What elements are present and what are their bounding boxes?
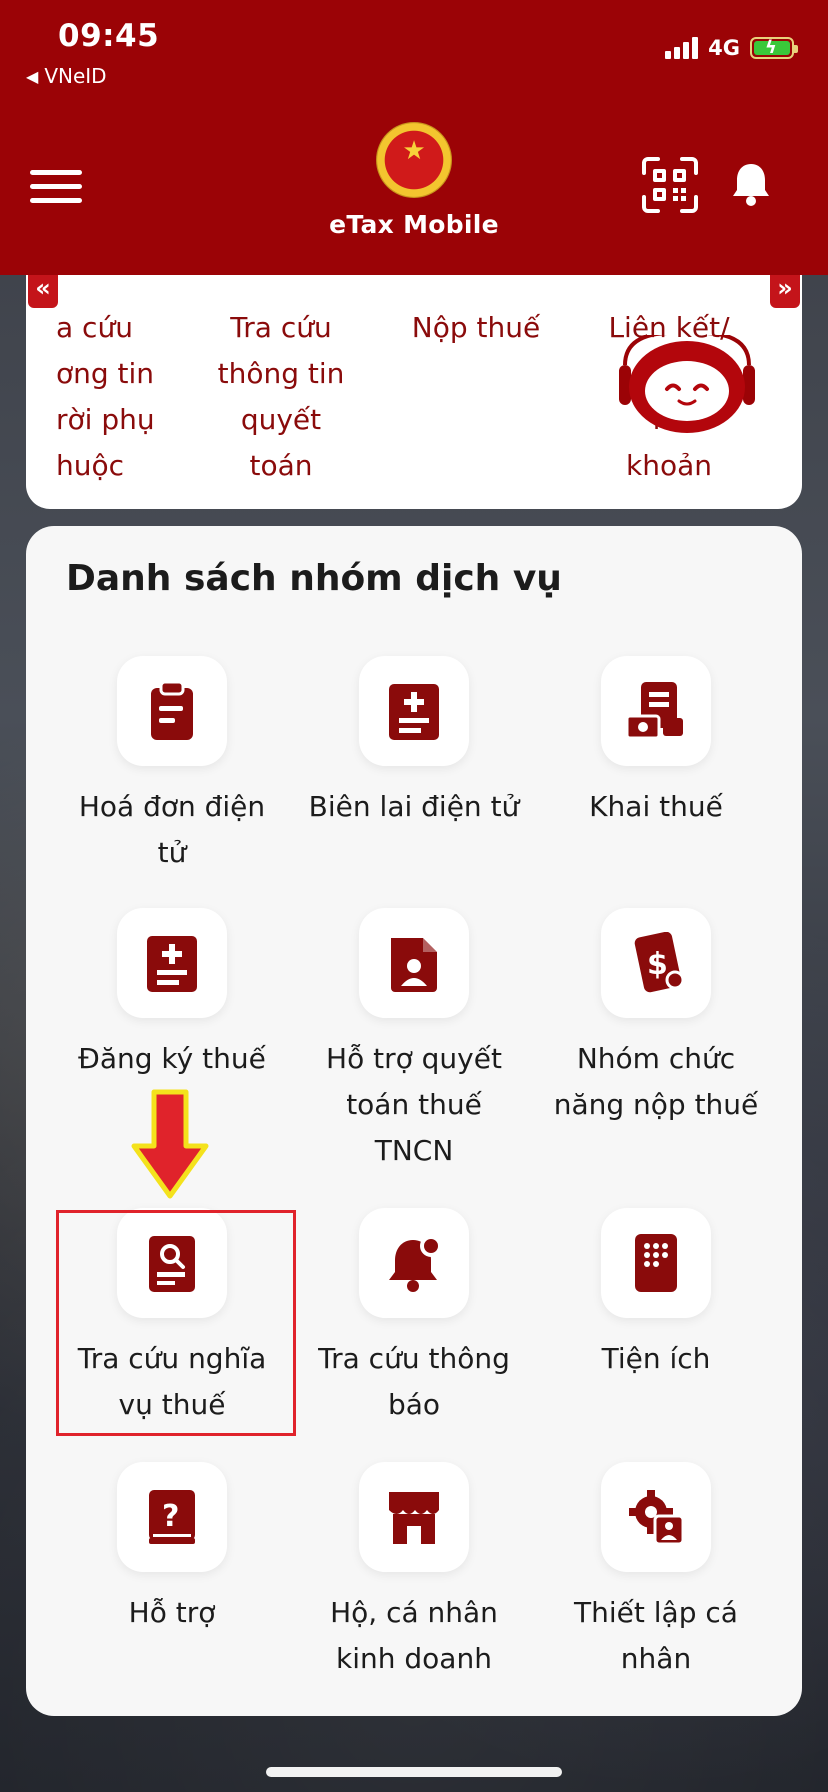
service-tax-registration[interactable]: Đăng ký thuế bbox=[52, 908, 292, 1082]
receipt-plus-icon bbox=[359, 656, 469, 766]
qr-scan-icon[interactable] bbox=[640, 157, 700, 213]
person-document-icon bbox=[359, 908, 469, 1018]
app-title: eTax Mobile bbox=[329, 210, 499, 239]
network-type: 4G bbox=[708, 36, 740, 60]
signal-icon bbox=[665, 37, 699, 59]
settings-person-icon bbox=[601, 1462, 711, 1572]
service-label: Hộ, cá nhân kinh doanh bbox=[330, 1596, 498, 1675]
bell-notification-icon bbox=[359, 1208, 469, 1318]
chatbot-mascot-icon[interactable] bbox=[617, 331, 757, 435]
hamburger-menu-button[interactable] bbox=[30, 170, 82, 204]
service-label: Tiện ích bbox=[601, 1342, 711, 1375]
register-plus-icon bbox=[117, 908, 227, 1018]
status-time: 09:45 bbox=[58, 18, 160, 54]
service-label: Tra cứu thông báo bbox=[318, 1342, 510, 1421]
service-label: Biên lai điện tử bbox=[308, 790, 520, 823]
service-label: Khai thuế bbox=[589, 790, 723, 823]
document-money-icon bbox=[601, 656, 711, 766]
document-search-icon bbox=[117, 1208, 227, 1318]
svg-text:?: ? bbox=[162, 1499, 179, 1534]
clipboard-icon bbox=[117, 656, 227, 766]
service-tax-obligation-lookup[interactable]: Tra cứu nghĩa vụ thuế bbox=[52, 1208, 292, 1428]
service-utilities[interactable]: Tiện ích bbox=[536, 1208, 776, 1382]
quick-service-label: a cứu ơng tin rời phụ huộc bbox=[56, 311, 155, 482]
service-household-business[interactable]: Hộ, cá nhân kinh doanh bbox=[294, 1462, 534, 1682]
status-indicators: 4G ϟ bbox=[665, 36, 798, 60]
battery-icon: ϟ bbox=[750, 37, 798, 59]
payment-card-icon: $ bbox=[601, 908, 711, 1018]
service-label: Đăng ký thuế bbox=[78, 1042, 266, 1075]
service-label: Nhóm chức năng nộp thuế bbox=[553, 1042, 759, 1121]
app-header: 09:45 ◀ VNeID 4G ϟ ★ eTax Mobile bbox=[0, 0, 828, 275]
service-tax-declaration[interactable]: Khai thuế bbox=[536, 656, 776, 830]
home-indicator[interactable] bbox=[266, 1767, 562, 1777]
back-app-label: VNeID bbox=[44, 64, 107, 88]
service-payment-group[interactable]: $ Nhóm chức năng nộp thuế bbox=[536, 908, 776, 1128]
svg-text:$: $ bbox=[647, 947, 668, 982]
annotation-down-arrow-icon bbox=[130, 1088, 210, 1200]
notification-bell-icon[interactable] bbox=[730, 160, 772, 208]
section-title: Danh sách nhóm dịch vụ bbox=[66, 558, 562, 599]
tax-emblem-logo: ★ bbox=[376, 122, 452, 198]
quick-service-label: Tra cứu thông tin quyết toán bbox=[217, 311, 345, 482]
service-e-receipt[interactable]: Biên lai điện tử bbox=[294, 656, 534, 830]
service-label: Hoá đơn điện tử bbox=[78, 790, 266, 869]
quick-service-label: Nộp thuế bbox=[411, 311, 541, 344]
service-label: Tra cứu nghĩa vụ thuế bbox=[77, 1342, 267, 1421]
service-pit-settlement[interactable]: Hỗ trợ quyết toán thuế TNCN bbox=[294, 908, 534, 1174]
help-book-icon: ? bbox=[117, 1462, 227, 1572]
service-label: Hỗ trợ quyết toán thuế TNCN bbox=[326, 1042, 502, 1167]
service-personal-settings[interactable]: Thiết lập cá nhân bbox=[536, 1462, 776, 1682]
service-e-invoice[interactable]: Hoá đơn điện tử bbox=[52, 656, 292, 876]
service-label: Thiết lập cá nhân bbox=[574, 1596, 738, 1675]
storefront-icon bbox=[359, 1462, 469, 1572]
service-support[interactable]: ? Hỗ trợ bbox=[52, 1462, 292, 1636]
keypad-icon bbox=[601, 1208, 711, 1318]
back-to-app-link[interactable]: ◀ VNeID bbox=[26, 64, 107, 88]
service-notification-lookup[interactable]: Tra cứu thông báo bbox=[294, 1208, 534, 1428]
service-label: Hỗ trợ bbox=[128, 1596, 216, 1629]
back-triangle-icon: ◀ bbox=[26, 66, 39, 86]
